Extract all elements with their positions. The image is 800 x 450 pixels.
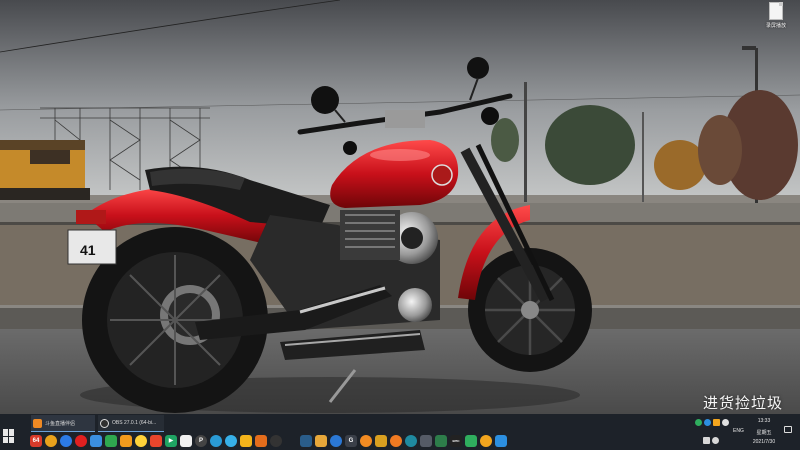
orange-ball-icon[interactable] [480,434,492,447]
taskbar-window-label: OBS 27.0.1 (64-bi... [112,420,157,426]
desktop-shortcut[interactable]: 录屏播放 [758,2,794,36]
network-icon[interactable] [703,437,710,444]
github-icon[interactable] [270,434,282,447]
language-indicator[interactable]: ENG [733,428,744,434]
app-tray-icon[interactable] [713,419,720,426]
windows-logo-tile [3,429,8,436]
orange-app-icon[interactable] [120,434,132,447]
watermark-text: 进货捡垃圾 [703,394,784,410]
plant-app-icon[interactable] [285,434,297,447]
netease-music-icon[interactable] [75,434,87,447]
orange-square-icon[interactable] [255,434,267,447]
p-app-icon[interactable]: P [195,434,207,447]
windows-logo-tile [9,436,14,443]
chrome-icon[interactable] [45,434,57,447]
pinned-apps: 64 ▶ P G EPIC [30,433,510,448]
windows-logo-tile [3,436,8,443]
red-app-icon[interactable] [150,434,162,447]
security-tray-icon[interactable] [695,419,702,426]
controller-icon[interactable] [420,434,432,447]
game-app-icon[interactable] [375,434,387,447]
desktop-shortcut-label: 录屏播放 [765,23,786,29]
teal-app-icon[interactable] [405,434,417,447]
taskbar-window-label: 斗鱼直播伴侣 [45,420,76,427]
streaming-app-icon [33,418,42,428]
desktop: 41 录屏播放 进货捡垃圾 斗鱼直播伴侣 OBS 27.0.1 (64-bi..… [0,0,800,450]
clock-time[interactable]: 13:33 [752,418,776,424]
window-icon[interactable] [90,434,102,447]
yellow-app-icon[interactable] [240,434,252,447]
cloud-tray-icon[interactable] [704,419,711,426]
blue-shield-icon[interactable] [495,434,507,447]
document-icon [769,2,783,20]
edge-icon[interactable] [210,434,222,447]
taskbar-window-streaming[interactable]: 斗鱼直播伴侣 [31,415,95,432]
orange-round-icon[interactable] [390,434,402,447]
steam-icon[interactable] [300,434,312,447]
green-dark-icon[interactable] [435,434,447,447]
motorcycle-wallpaper: 41 [0,0,800,414]
taskbar: 斗鱼直播伴侣 OBS 27.0.1 (64-bi... 64 ▶ P G EPIC EN… [0,414,800,450]
svg-text:41: 41 [80,242,96,258]
windows-logo-tile [9,429,14,436]
play-store-icon[interactable]: ▶ [165,434,177,447]
notification-icon[interactable] [784,426,792,433]
g-app-icon[interactable]: G [345,434,357,447]
clock-day[interactable]: 星期五 [752,429,776,436]
speaker-icon[interactable] [712,437,719,444]
start-button[interactable] [2,428,18,444]
white-app-icon[interactable] [180,434,192,447]
obs-icon [100,418,109,428]
browser-blue-icon[interactable] [60,434,72,447]
firefox-icon[interactable] [360,434,372,447]
taskbar-window-obs[interactable]: OBS 27.0.1 (64-bi... [98,415,164,432]
edge-alt-icon[interactable] [225,434,237,447]
shield-green-icon[interactable] [465,434,477,447]
ring-app-icon[interactable] [330,434,342,447]
app-64-icon[interactable]: 64 [30,434,42,447]
clock-date[interactable]: 2021/7/30 [746,439,782,445]
stack-app-icon[interactable] [315,434,327,447]
green-app-icon[interactable] [105,434,117,447]
volume-tray-icon[interactable] [722,419,729,426]
face-app-icon[interactable] [135,434,147,447]
epic-icon[interactable]: EPIC [450,434,462,447]
